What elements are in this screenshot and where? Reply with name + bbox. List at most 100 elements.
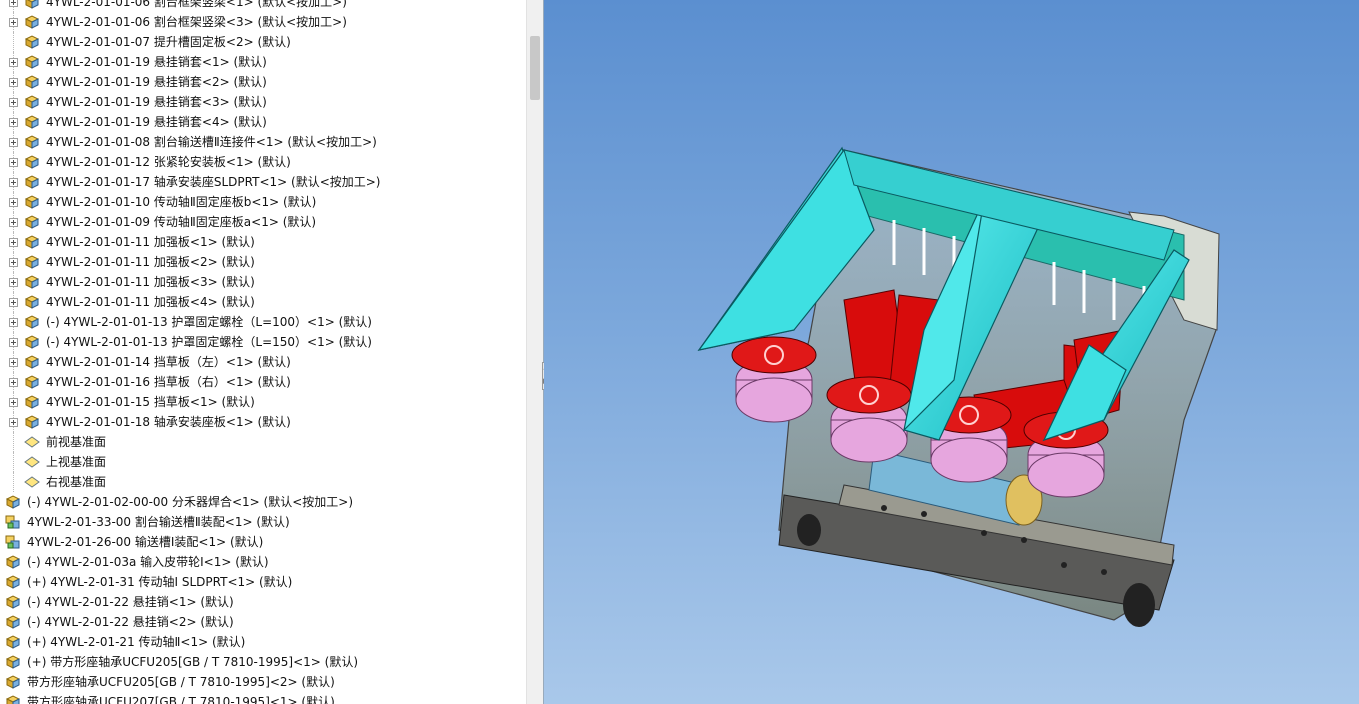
- tree-item-label: 4YWL-2-01-01-07 提升槽固定板<2> (默认): [46, 35, 291, 49]
- part-icon: [24, 394, 40, 410]
- tree-item-label: 4YWL-2-01-01-06 割台框架竖梁<1> (默认<按加工>): [46, 0, 347, 9]
- tree-item[interactable]: 4YWL-2-01-01-11 加强板<2> (默认): [0, 252, 526, 272]
- tree-item-label: 4YWL-2-01-01-16 挡草板（右）<1> (默认): [46, 375, 291, 389]
- expand-toggle-icon[interactable]: [9, 0, 18, 7]
- tree-item[interactable]: 4YWL-2-01-01-17 轴承安装座SLDPRT<1> (默认<按加工>): [0, 172, 526, 192]
- tree-item[interactable]: (-) 4YWL-2-01-22 悬挂销<2> (默认): [0, 612, 526, 632]
- expand-toggle-icon[interactable]: [9, 278, 18, 287]
- tree-item-label: 4YWL-2-01-01-19 悬挂销套<2> (默认): [46, 75, 267, 89]
- part-icon: [24, 154, 40, 170]
- tree-item[interactable]: 4YWL-2-01-01-11 加强板<4> (默认): [0, 292, 526, 312]
- tree-item[interactable]: (-) 4YWL-2-01-01-13 护罩固定螺栓（L=100）<1> (默认…: [0, 312, 526, 332]
- tree-item[interactable]: 4YWL-2-01-33-00 割台输送槽Ⅱ装配<1> (默认): [0, 512, 526, 532]
- tree-item-label: 4YWL-2-01-01-09 传动轴Ⅱ固定座板a<1> (默认): [46, 215, 317, 229]
- plane-icon: [24, 434, 40, 450]
- part-icon: [24, 174, 40, 190]
- tree-item[interactable]: 4YWL-2-01-01-06 割台框架竖梁<3> (默认<按加工>): [0, 12, 526, 32]
- expand-toggle-icon[interactable]: [9, 138, 18, 147]
- expand-toggle-icon[interactable]: [9, 338, 18, 347]
- tree-item-label: 4YWL-2-01-01-11 加强板<1> (默认): [46, 235, 255, 249]
- part-icon: [24, 74, 40, 90]
- tree-item[interactable]: (-) 4YWL-2-01-22 悬挂销<1> (默认): [0, 592, 526, 612]
- tree-item[interactable]: 4YWL-2-01-01-18 轴承安装座板<1> (默认): [0, 412, 526, 432]
- header-assembly-model: [697, 146, 1220, 627]
- expand-toggle-icon[interactable]: [9, 18, 18, 27]
- assembly-icon: [5, 514, 21, 530]
- tree-item[interactable]: 4YWL-2-01-01-11 加强板<3> (默认): [0, 272, 526, 292]
- graphics-viewport[interactable]: [544, 0, 1359, 704]
- part-icon: [24, 214, 40, 230]
- expand-toggle-icon[interactable]: [9, 58, 18, 67]
- part-icon: [24, 94, 40, 110]
- tree-item[interactable]: 4YWL-2-01-01-14 挡草板（左）<1> (默认): [0, 352, 526, 372]
- tree-item[interactable]: (-) 4YWL-2-01-01-13 护罩固定螺栓（L=150）<1> (默认…: [0, 332, 526, 352]
- tree-item[interactable]: (-) 4YWL-2-01-02-00-00 分禾器焊合<1> (默认<按加工>…: [0, 492, 526, 512]
- tree-item[interactable]: 4YWL-2-01-01-19 悬挂销套<4> (默认): [0, 112, 526, 132]
- tree-item-label: 4YWL-2-01-01-11 加强板<3> (默认): [46, 275, 255, 289]
- tree-item[interactable]: 4YWL-2-01-01-19 悬挂销套<3> (默认): [0, 92, 526, 112]
- expand-toggle-icon[interactable]: [9, 298, 18, 307]
- tree-item-label: 4YWL-2-01-01-11 加强板<2> (默认): [46, 255, 255, 269]
- tree-item-label: 4YWL-2-01-01-12 张紧轮安装板<1> (默认): [46, 155, 291, 169]
- scrollbar-thumb[interactable]: [530, 36, 540, 100]
- tree-item[interactable]: (+) 4YWL-2-01-31 传动轴Ⅰ SLDPRT<1> (默认): [0, 572, 526, 592]
- tree-item[interactable]: 4YWL-2-01-01-08 割台输送槽Ⅱ连接件<1> (默认<按加工>): [0, 132, 526, 152]
- tree-item-label: 4YWL-2-01-01-19 悬挂销套<4> (默认): [46, 115, 267, 129]
- expand-toggle-icon[interactable]: [9, 198, 18, 207]
- part-icon: [5, 694, 21, 704]
- tree-item[interactable]: 4YWL-2-01-01-11 加强板<1> (默认): [0, 232, 526, 252]
- expand-toggle-icon[interactable]: [9, 178, 18, 187]
- expand-toggle-icon[interactable]: [9, 98, 18, 107]
- tree-item[interactable]: 带方形座轴承UCFU207[GB / T 7810-1995]<1> (默认): [0, 692, 526, 704]
- tree-item[interactable]: 右视基准面: [0, 472, 526, 492]
- tree-guide-line: [13, 472, 14, 492]
- tree-item[interactable]: (-) 4YWL-2-01-03a 输入皮带轮Ⅰ<1> (默认): [0, 552, 526, 572]
- expand-toggle-icon[interactable]: [9, 358, 18, 367]
- part-icon: [24, 0, 40, 10]
- tree-guide-line: [13, 452, 14, 472]
- part-icon: [24, 194, 40, 210]
- part-icon: [5, 574, 21, 590]
- tree-item-label: 4YWL-2-01-01-06 割台框架竖梁<3> (默认<按加工>): [46, 15, 347, 29]
- tree-item-label: (-) 4YWL-2-01-01-13 护罩固定螺栓（L=150）<1> (默认…: [46, 335, 372, 349]
- expand-toggle-icon[interactable]: [9, 398, 18, 407]
- plane-icon: [24, 474, 40, 490]
- tree-item[interactable]: 4YWL-2-01-01-16 挡草板（右）<1> (默认): [0, 372, 526, 392]
- tree-guide-line: [13, 32, 14, 52]
- expand-toggle-icon[interactable]: [9, 118, 18, 127]
- expand-toggle-icon[interactable]: [9, 78, 18, 87]
- tree-item-label: 上视基准面: [46, 455, 107, 469]
- part-icon: [24, 234, 40, 250]
- part-icon: [5, 654, 21, 670]
- expand-toggle-icon[interactable]: [9, 378, 18, 387]
- tree-item-label: 4YWL-2-01-26-00 输送槽Ⅰ装配<1> (默认): [27, 535, 264, 549]
- expand-toggle-icon[interactable]: [9, 158, 18, 167]
- tree-scrollbar[interactable]: [526, 0, 544, 704]
- tree-item[interactable]: 带方形座轴承UCFU205[GB / T 7810-1995]<2> (默认): [0, 672, 526, 692]
- expand-toggle-icon[interactable]: [9, 258, 18, 267]
- tree-item[interactable]: 4YWL-2-01-01-12 张紧轮安装板<1> (默认): [0, 152, 526, 172]
- tree-item-label: (+) 带方形座轴承UCFU205[GB / T 7810-1995]<1> (…: [27, 655, 359, 669]
- tree-item[interactable]: 4YWL-2-01-01-07 提升槽固定板<2> (默认): [0, 32, 526, 52]
- tree-item[interactable]: 4YWL-2-01-01-09 传动轴Ⅱ固定座板a<1> (默认): [0, 212, 526, 232]
- tree-item[interactable]: 前视基准面: [0, 432, 526, 452]
- tree-item[interactable]: 4YWL-2-01-01-19 悬挂销套<1> (默认): [0, 52, 526, 72]
- tree-item[interactable]: 4YWL-2-01-26-00 输送槽Ⅰ装配<1> (默认): [0, 532, 526, 552]
- tree-item[interactable]: (+) 4YWL-2-01-21 传动轴Ⅱ<1> (默认): [0, 632, 526, 652]
- tree-item-label: (-) 4YWL-2-01-22 悬挂销<2> (默认): [27, 615, 234, 629]
- tree-item[interactable]: 上视基准面: [0, 452, 526, 472]
- expand-toggle-icon[interactable]: [9, 218, 18, 227]
- part-icon: [24, 114, 40, 130]
- expand-toggle-icon[interactable]: [9, 318, 18, 327]
- tree-item-label: (-) 4YWL-2-01-03a 输入皮带轮Ⅰ<1> (默认): [27, 555, 269, 569]
- expand-toggle-icon[interactable]: [9, 238, 18, 247]
- tree-item[interactable]: 4YWL-2-01-01-15 挡草板<1> (默认): [0, 392, 526, 412]
- expand-toggle-icon[interactable]: [9, 418, 18, 427]
- tree-item[interactable]: (+) 带方形座轴承UCFU205[GB / T 7810-1995]<1> (…: [0, 652, 526, 672]
- tree-item[interactable]: 4YWL-2-01-01-10 传动轴Ⅱ固定座板b<1> (默认): [0, 192, 526, 212]
- part-icon: [24, 294, 40, 310]
- tree-item-label: 4YWL-2-01-01-19 悬挂销套<3> (默认): [46, 95, 267, 109]
- part-icon: [5, 674, 21, 690]
- tree-item[interactable]: 4YWL-2-01-01-19 悬挂销套<2> (默认): [0, 72, 526, 92]
- tree-item[interactable]: 4YWL-2-01-01-06 割台框架竖梁<1> (默认<按加工>): [0, 0, 526, 12]
